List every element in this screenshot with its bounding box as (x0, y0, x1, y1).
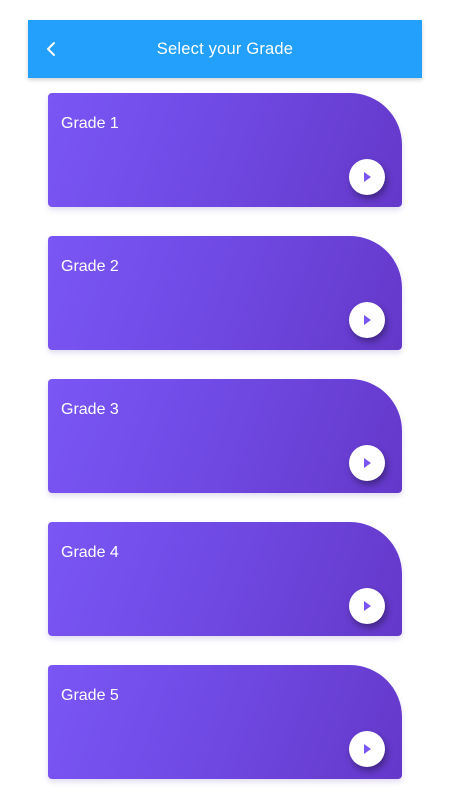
play-button[interactable] (349, 731, 385, 767)
play-button[interactable] (349, 445, 385, 481)
grade-label: Grade 1 (61, 115, 119, 132)
grade-label: Grade 3 (61, 401, 119, 418)
play-button[interactable] (349, 302, 385, 338)
grade-label: Grade 2 (61, 258, 119, 275)
grade-card-5[interactable]: Grade 5 (48, 665, 402, 779)
app-bar: Select your Grade (28, 20, 422, 78)
grade-list: Grade 1 Grade 2 Grade 3 Grade 4 Grade 5 (48, 93, 402, 800)
grade-card-2[interactable]: Grade 2 (48, 236, 402, 350)
grade-selection-screen: Select your Grade Grade 1 Grade 2 Grade … (0, 0, 450, 800)
play-arrow-icon (364, 172, 371, 182)
play-arrow-icon (364, 315, 371, 325)
play-button[interactable] (349, 588, 385, 624)
grade-card-4[interactable]: Grade 4 (48, 522, 402, 636)
grade-label: Grade 4 (61, 544, 119, 561)
play-arrow-icon (364, 744, 371, 754)
play-arrow-icon (364, 458, 371, 468)
page-title: Select your Grade (156, 40, 294, 58)
play-button[interactable] (349, 159, 385, 195)
grade-card-1[interactable]: Grade 1 (48, 93, 402, 207)
grade-label: Grade 5 (61, 687, 119, 704)
grade-card-3[interactable]: Grade 3 (48, 379, 402, 493)
play-arrow-icon (364, 601, 371, 611)
